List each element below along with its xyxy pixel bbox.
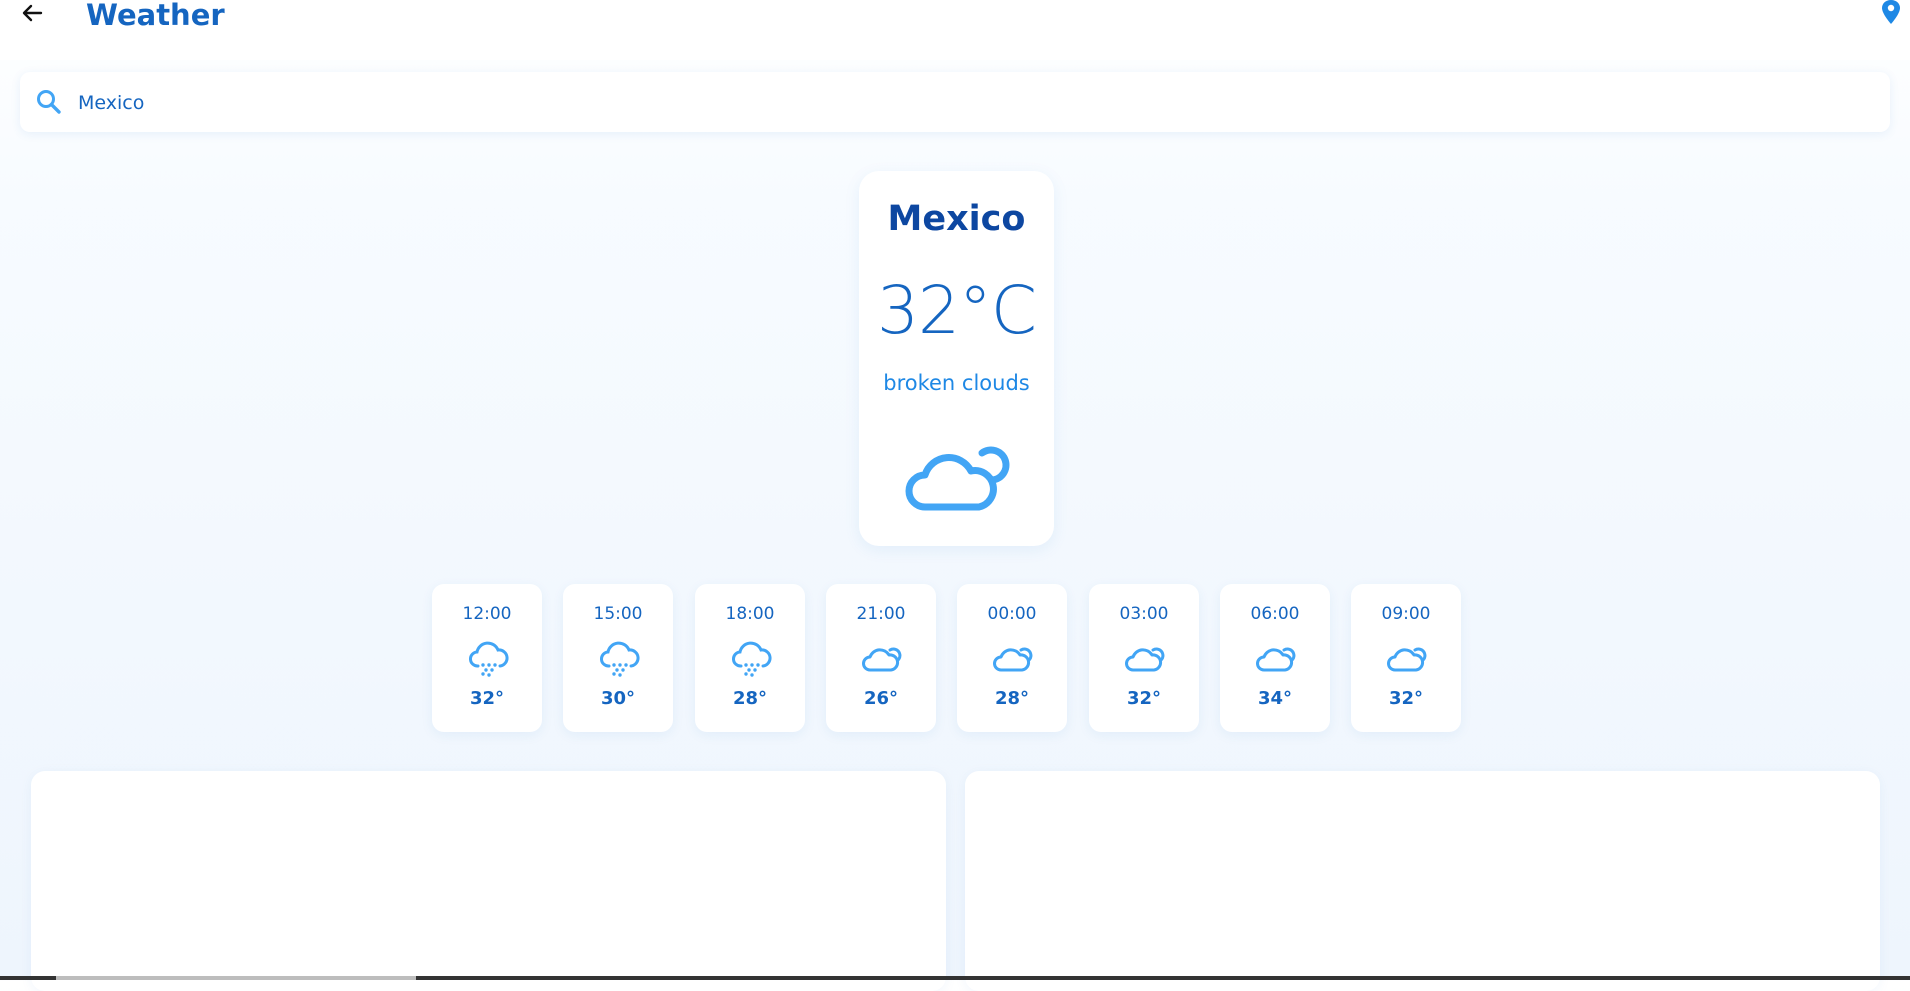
- hourly-card: 03:00 32°: [1089, 584, 1199, 732]
- hourly-card: 12:00 32°: [432, 584, 542, 732]
- hourly-card: 15:00 30°: [563, 584, 673, 732]
- hourly-temperature: 32°: [1388, 688, 1424, 709]
- rain-icon: [729, 636, 775, 680]
- left-panel: [31, 771, 946, 991]
- search-icon: [37, 90, 61, 114]
- hourly-time: 09:00: [1381, 604, 1431, 624]
- back-button[interactable]: [18, 0, 46, 28]
- broken-clouds-icon: [1123, 636, 1169, 680]
- scrollbar-thumb[interactable]: [56, 976, 416, 980]
- hourly-temperature: 32°: [469, 688, 505, 709]
- hourly-time: 18:00: [725, 604, 775, 624]
- rain-icon: [466, 636, 512, 680]
- hourly-temperature: 28°: [732, 688, 768, 709]
- hourly-card: 21:00 26°: [826, 584, 936, 732]
- rain-icon: [597, 636, 643, 680]
- hourly-time: 03:00: [1119, 604, 1169, 624]
- page-title: Weather: [86, 0, 225, 32]
- hourly-time: 00:00: [987, 604, 1037, 624]
- hourly-time: 12:00: [462, 604, 512, 624]
- hourly-card: 00:00 28°: [957, 584, 1067, 732]
- broken-clouds-icon: [1254, 636, 1300, 680]
- arrow-back-icon: [22, 4, 43, 22]
- search-bar[interactable]: [20, 72, 1890, 132]
- broken-clouds-icon: [905, 446, 1010, 511]
- horizontal-scrollbar[interactable]: [0, 976, 1910, 980]
- weather-description: broken clouds: [883, 371, 1030, 395]
- hourly-card: 09:00 32°: [1351, 584, 1461, 732]
- location-pin-icon: [1882, 0, 1900, 24]
- right-panel: [965, 771, 1880, 991]
- city-name: Mexico: [887, 199, 1026, 239]
- broken-clouds-icon: [991, 636, 1037, 680]
- hourly-temperature: 34°: [1257, 688, 1293, 709]
- hourly-temperature: 26°: [863, 688, 899, 709]
- broken-clouds-icon: [860, 636, 906, 680]
- hourly-card: 06:00 34°: [1220, 584, 1330, 732]
- app-bar: Weather: [0, 0, 1910, 60]
- search-input[interactable]: [76, 82, 1860, 124]
- hourly-time: 15:00: [593, 604, 643, 624]
- current-weather-card: Mexico 32°C broken clouds: [859, 171, 1054, 546]
- hourly-temperature: 28°: [994, 688, 1030, 709]
- hourly-time: 21:00: [856, 604, 906, 624]
- hourly-temperature: 32°: [1126, 688, 1162, 709]
- current-temperature: 32°C: [876, 272, 1037, 349]
- hourly-temperature: 30°: [600, 688, 636, 709]
- hourly-time: 06:00: [1250, 604, 1300, 624]
- location-button[interactable]: [1876, 0, 1906, 28]
- hourly-card: 18:00 28°: [695, 584, 805, 732]
- broken-clouds-icon: [1385, 636, 1431, 680]
